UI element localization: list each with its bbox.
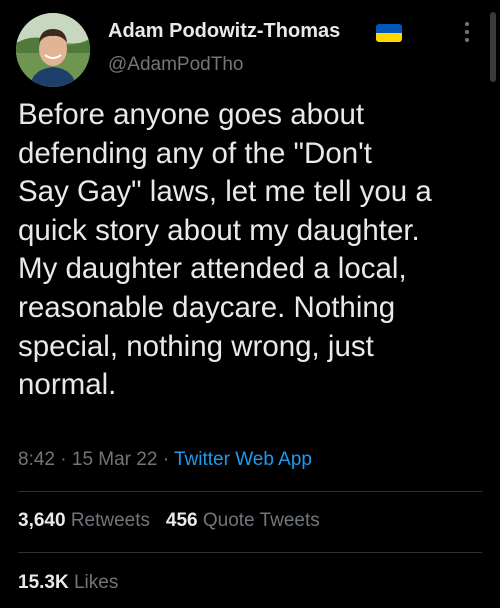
likes-stat[interactable]: 15.3K Likes [18, 572, 118, 594]
retweets-label: Retweets [70, 510, 151, 531]
engagement-stats: 3,640 Retweets 456 Quote Tweets [18, 510, 320, 532]
more-options-icon[interactable] [463, 22, 471, 46]
meta-separator: · [60, 449, 67, 470]
author-handle[interactable]: @AdamPodTho [108, 54, 243, 76]
meta-separator: · [162, 449, 170, 470]
ukraine-flag-icon [376, 24, 402, 42]
author-display-name[interactable]: Adam Podowitz-Thomas [108, 20, 340, 43]
tweet-time[interactable]: 8:42 [18, 449, 55, 470]
quotes-label: Quote Tweets [202, 510, 320, 531]
avatar-photo [16, 13, 90, 87]
avatar[interactable] [16, 13, 90, 87]
retweets-count: 3,640 [18, 510, 66, 531]
quotes-count: 456 [165, 510, 198, 531]
tweet-text: Before anyone goes about defending any o… [18, 98, 432, 402]
tweet-date[interactable]: 15 Mar 22 [72, 449, 158, 470]
scrollbar[interactable] [490, 12, 496, 82]
tweet-meta: 8:42 · 15 Mar 22 · Twitter Web App [18, 449, 312, 471]
divider [18, 552, 482, 553]
quote-tweets-stat[interactable]: 456 Quote Tweets [166, 510, 320, 531]
retweets-stat[interactable]: 3,640 Retweets [18, 510, 150, 531]
tweet-source-link[interactable]: Twitter Web App [174, 449, 312, 470]
likes-label: Likes [73, 572, 119, 593]
divider [18, 491, 482, 492]
likes-count: 15.3K [18, 572, 69, 593]
